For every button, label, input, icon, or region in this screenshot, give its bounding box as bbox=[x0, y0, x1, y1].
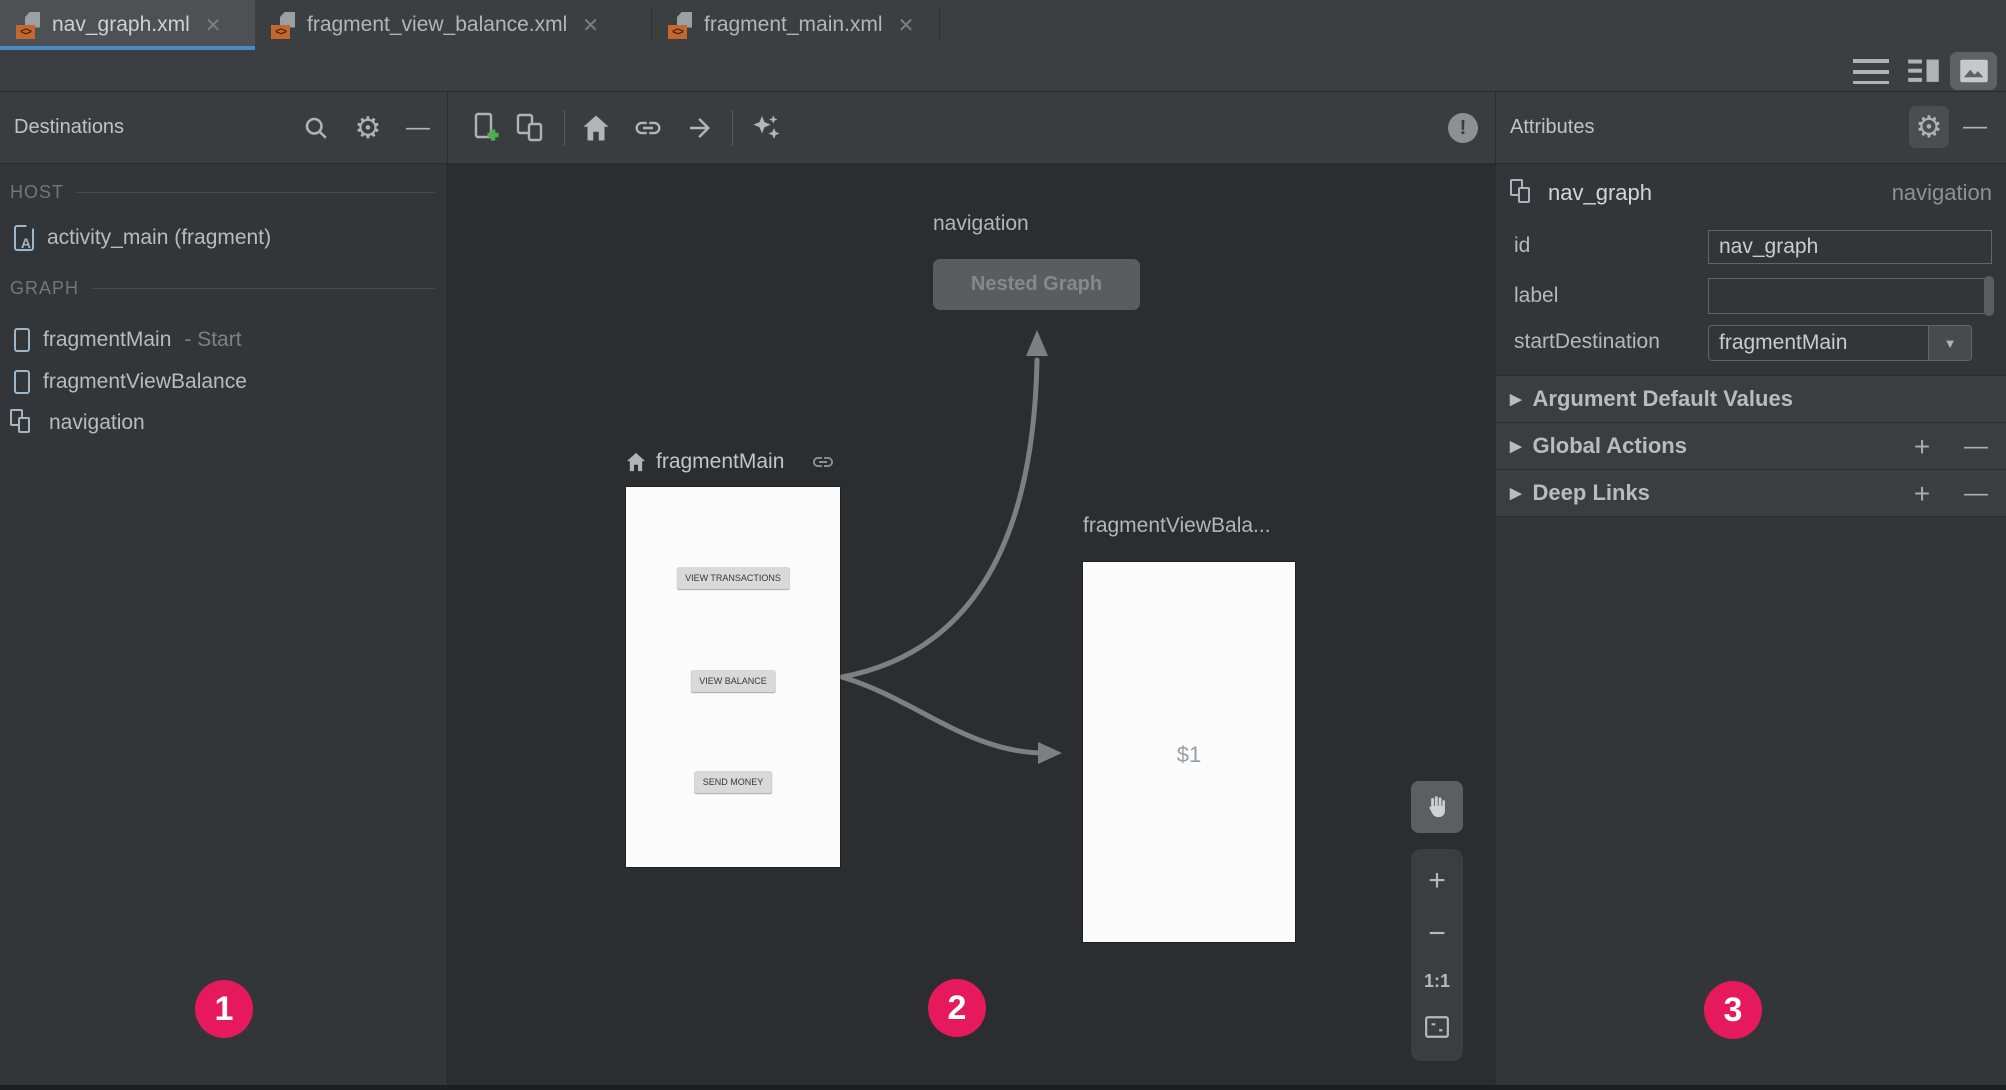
start-destination-dropdown[interactable]: fragmentMain ▼ bbox=[1708, 325, 1972, 361]
tab-fragment-main[interactable]: <> fragment_main.xml ✕ bbox=[652, 0, 940, 50]
hide-panel-icon[interactable]: — bbox=[402, 112, 434, 144]
xml-file-icon: <> bbox=[668, 11, 693, 39]
design-surface[interactable]: navigation Nested Graph fragmentMain VIE… bbox=[448, 164, 1495, 1090]
collapse-arrow-icon: ▶ bbox=[1510, 485, 1522, 502]
auto-arrange-sparkles-icon[interactable] bbox=[750, 112, 782, 144]
destinations-title: Destinations bbox=[14, 116, 125, 138]
graph-section-header: GRAPH bbox=[10, 278, 435, 299]
close-icon[interactable]: ✕ bbox=[898, 13, 915, 38]
hide-panel-icon[interactable]: — bbox=[1959, 111, 1991, 143]
action-arrow-icon[interactable] bbox=[684, 112, 716, 144]
canvas-toolbar: ! bbox=[448, 92, 1495, 164]
close-icon[interactable]: ✕ bbox=[205, 13, 222, 38]
attributes-title: Attributes bbox=[1510, 116, 1595, 138]
fragment-view-balance-node-label: fragmentViewBala... bbox=[1083, 514, 1271, 537]
gear-button[interactable]: ⚙ bbox=[1909, 106, 1949, 148]
fragment-icon bbox=[14, 370, 30, 394]
nested-graph-node-label: navigation bbox=[933, 212, 1029, 235]
deep-link-icon[interactable] bbox=[632, 112, 664, 144]
destination-item-fragment-view-balance[interactable]: fragmentViewBalance bbox=[14, 365, 247, 399]
fragment-main-node-header[interactable]: fragmentMain bbox=[625, 447, 835, 477]
preview-button: VIEW BALANCE bbox=[691, 670, 775, 692]
gear-icon[interactable]: ⚙ bbox=[352, 112, 384, 145]
zoom-in-button[interactable]: + bbox=[1428, 866, 1446, 896]
editor-tab-bar: <> nav_graph.xml ✕ <> fragment_view_bala… bbox=[0, 0, 2006, 51]
code-view-icon[interactable] bbox=[1853, 59, 1889, 84]
label-field-label: label bbox=[1514, 284, 1559, 307]
destination-item-fragment-main[interactable]: fragmentMain - Start bbox=[14, 323, 242, 357]
destination-item-activity-main[interactable]: A activity_main (fragment) bbox=[14, 221, 271, 255]
collapse-arrow-icon: ▶ bbox=[1510, 391, 1522, 408]
attributes-panel-header: Attributes ⚙ — bbox=[1495, 92, 2006, 164]
collapse-arrow-icon: ▶ bbox=[1510, 438, 1522, 455]
tab-label: fragment_main.xml bbox=[704, 13, 883, 36]
start-destination-home-icon bbox=[626, 452, 646, 472]
remove-deep-link-button[interactable]: — bbox=[1958, 470, 1994, 517]
editor-mode-bar bbox=[0, 50, 2006, 92]
issue-warning-indicator[interactable]: ! bbox=[1448, 113, 1478, 143]
id-field-label: id bbox=[1514, 234, 1531, 257]
section-deep-links[interactable]: ▶ Deep Links + — bbox=[1496, 470, 2006, 517]
design-view-button[interactable] bbox=[1950, 52, 1997, 90]
xml-file-icon: <> bbox=[271, 11, 296, 39]
id-field-input[interactable] bbox=[1708, 230, 1992, 264]
attribute-sections: ▶ Argument Default Values ▶ Global Actio… bbox=[1496, 375, 2006, 517]
tab-fragment-view-balance[interactable]: <> fragment_view_balance.xml ✕ bbox=[255, 0, 652, 50]
fit-screen-icon bbox=[1425, 1015, 1449, 1038]
window-bottom-edge bbox=[0, 1085, 2006, 1090]
add-deep-link-button[interactable]: + bbox=[1904, 470, 1940, 517]
preview-text: $1 bbox=[1176, 742, 1202, 767]
actual-size-button[interactable]: 1:1 bbox=[1424, 971, 1450, 992]
xml-file-icon: <> bbox=[16, 11, 41, 39]
remove-global-action-button[interactable]: — bbox=[1958, 423, 1994, 470]
pan-hand-button[interactable] bbox=[1411, 781, 1463, 833]
fragment-icon bbox=[14, 328, 30, 352]
component-type: navigation bbox=[1891, 180, 1992, 205]
nested-graph-node[interactable]: Nested Graph bbox=[933, 259, 1140, 310]
selected-component-row: nav_graph navigation bbox=[1496, 174, 2006, 212]
preview-button: VIEW TRANSACTIONS bbox=[677, 567, 789, 589]
preview-button: SEND MONEY bbox=[694, 771, 772, 793]
hand-icon bbox=[1429, 796, 1445, 818]
gear-icon: ⚙ bbox=[1915, 110, 1943, 144]
tab-label: nav_graph.xml bbox=[52, 13, 190, 36]
destinations-panel: HOST A activity_main (fragment) GRAPH fr… bbox=[0, 164, 448, 1090]
split-view-icon[interactable] bbox=[1906, 58, 1944, 89]
annotation-badge-1: 1 bbox=[195, 980, 253, 1038]
design-view-icon bbox=[1959, 59, 1988, 83]
section-global-actions[interactable]: ▶ Global Actions + — bbox=[1496, 423, 2006, 470]
destinations-panel-header: Destinations ⚙ — bbox=[0, 92, 448, 164]
fragment-main-preview-card[interactable]: VIEW TRANSACTIONS VIEW BALANCE SEND MONE… bbox=[626, 487, 840, 867]
zoom-controls: + − 1:1 bbox=[1411, 849, 1463, 1061]
deep-link-badge-icon bbox=[813, 457, 834, 467]
tab-label: fragment_view_balance.xml bbox=[307, 13, 568, 36]
destination-item-navigation[interactable]: navigation bbox=[10, 406, 145, 440]
zoom-out-button[interactable]: − bbox=[1428, 918, 1446, 949]
section-argument-default-values[interactable]: ▶ Argument Default Values bbox=[1496, 376, 2006, 423]
add-global-action-button[interactable]: + bbox=[1904, 423, 1940, 470]
zoom-to-fit-button[interactable] bbox=[1424, 1015, 1450, 1044]
new-nested-graph-icon[interactable] bbox=[514, 112, 546, 144]
activity-icon: A bbox=[14, 225, 34, 251]
panel-scrollbar[interactable] bbox=[1984, 276, 1994, 316]
fragment-main-node-label: fragmentMain bbox=[656, 450, 785, 473]
tab-nav-graph[interactable]: <> nav_graph.xml ✕ bbox=[0, 0, 255, 51]
nested-graph-icon bbox=[1510, 179, 1536, 207]
label-field-input[interactable] bbox=[1708, 278, 1992, 314]
close-icon[interactable]: ✕ bbox=[582, 13, 599, 38]
navigation-editor-window: <> nav_graph.xml ✕ <> fragment_view_bala… bbox=[0, 0, 2006, 1090]
start-destination-field-label: startDestination bbox=[1514, 330, 1660, 353]
attributes-panel: nav_graph navigation id label startDesti… bbox=[1495, 164, 2006, 1090]
component-id: nav_graph bbox=[1548, 180, 1652, 205]
annotation-badge-3: 3 bbox=[1704, 981, 1762, 1039]
nested-graph-icon bbox=[10, 409, 36, 437]
assign-start-home-icon[interactable] bbox=[580, 112, 612, 144]
search-icon[interactable] bbox=[300, 112, 332, 144]
host-section-header: HOST bbox=[10, 182, 435, 203]
add-destination-icon[interactable] bbox=[470, 112, 502, 144]
fragment-view-balance-preview-card[interactable]: $1 bbox=[1083, 562, 1295, 942]
annotation-badge-2: 2 bbox=[928, 979, 986, 1037]
chevron-down-icon: ▼ bbox=[1928, 326, 1971, 360]
